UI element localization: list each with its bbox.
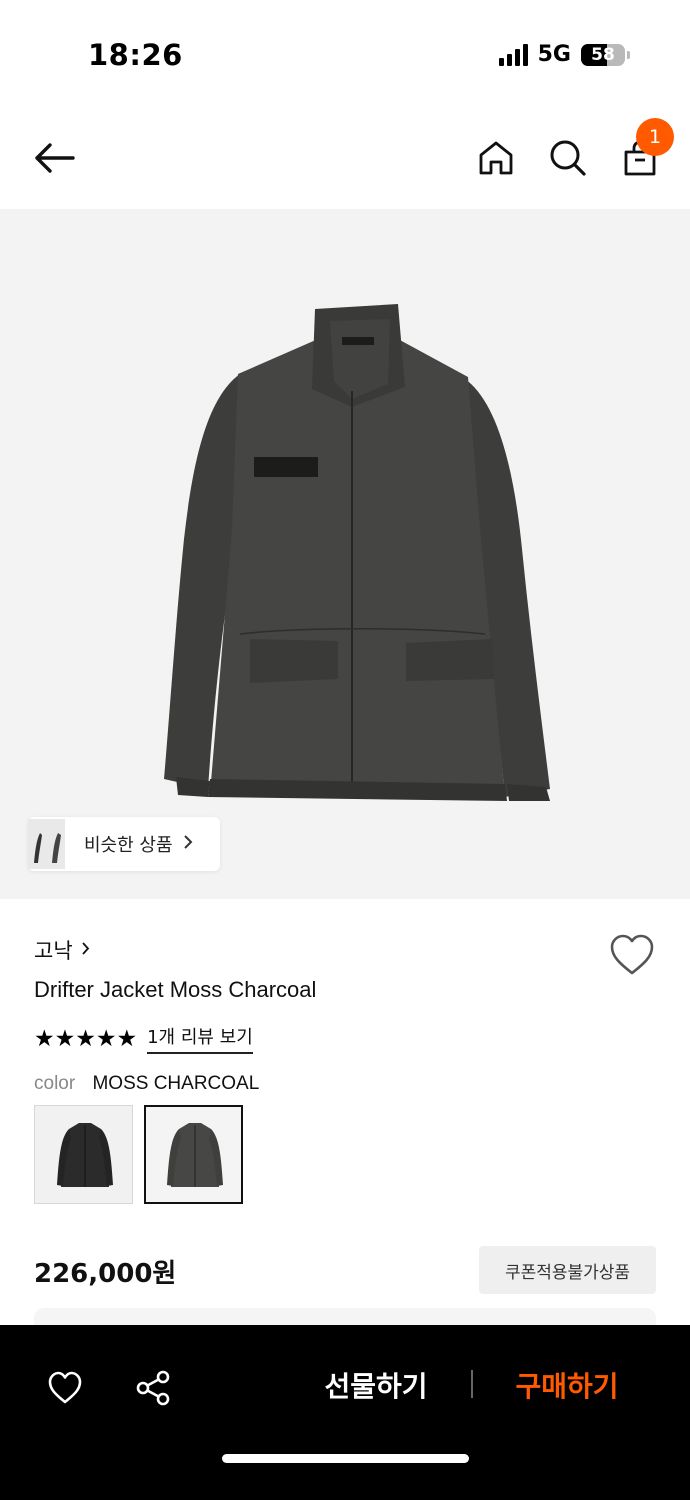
home-indicator[interactable] — [222, 1454, 469, 1463]
star-rating: ★★★★★ — [34, 1025, 138, 1052]
heart-icon — [610, 934, 654, 975]
price: 226,000원 — [34, 1259, 177, 1289]
review-link[interactable]: 1개 리뷰 보기 — [147, 1023, 253, 1054]
color-value: MOSS CHARCOAL — [92, 1073, 260, 1094]
network-label: 5G — [537, 42, 571, 67]
similar-products-label: 비슷한 상품 — [84, 835, 173, 856]
top-nav: 1 — [0, 118, 690, 200]
jacket-thumbnail — [166, 1122, 223, 1187]
brand-name: 고낙 — [34, 939, 73, 963]
battery-percent: 58 — [591, 44, 615, 65]
cart-button[interactable]: 1 — [612, 118, 674, 196]
similar-product-thumbnails — [28, 817, 70, 871]
wishlist-button[interactable] — [609, 933, 655, 977]
back-button[interactable] — [26, 120, 82, 196]
brand-link[interactable]: 고낙 — [34, 935, 90, 965]
share-icon — [136, 1370, 170, 1406]
home-button[interactable] — [468, 120, 524, 196]
rating-row: ★★★★★ 1개 리뷰 보기 — [34, 1023, 253, 1054]
color-label: color — [34, 1073, 76, 1094]
product-title: Drifter Jacket Moss Charcoal — [34, 977, 317, 1002]
status-bar: 18:26 5G 58 — [0, 0, 690, 110]
share-button[interactable] — [128, 1363, 178, 1413]
heart-icon — [48, 1371, 82, 1404]
product-image[interactable] — [0, 209, 690, 899]
swatch-moss-charcoal[interactable] — [144, 1105, 243, 1204]
chevron-right-icon — [183, 834, 193, 855]
back-arrow-icon — [35, 143, 75, 173]
similar-products-button[interactable]: 비슷한 상품 — [28, 817, 220, 871]
like-button[interactable] — [40, 1363, 90, 1413]
divider — [471, 1370, 473, 1398]
bottom-action-bar: 선물하기 구매하기 — [0, 1325, 690, 1500]
jacket-thumbnail — [56, 1122, 113, 1187]
status-time: 18:26 — [88, 38, 183, 72]
search-button[interactable] — [540, 120, 596, 196]
search-icon — [550, 140, 586, 176]
jacket-image — [164, 304, 550, 801]
buy-button[interactable]: 구매하기 — [502, 1361, 632, 1409]
battery-icon: 58 — [581, 43, 630, 66]
color-swatches — [34, 1105, 243, 1204]
chevron-right-icon — [81, 940, 90, 961]
cart-count-badge: 1 — [636, 118, 674, 156]
home-icon — [479, 141, 513, 175]
status-indicators: 5G 58 — [498, 42, 630, 67]
color-row: color MOSS CHARCOAL — [34, 1073, 259, 1095]
swatch-black[interactable] — [34, 1105, 133, 1204]
coupon-unavailable-badge: 쿠폰적용불가상품 — [479, 1246, 656, 1294]
signal-icon — [498, 43, 528, 66]
gift-button[interactable]: 선물하기 — [312, 1361, 440, 1409]
